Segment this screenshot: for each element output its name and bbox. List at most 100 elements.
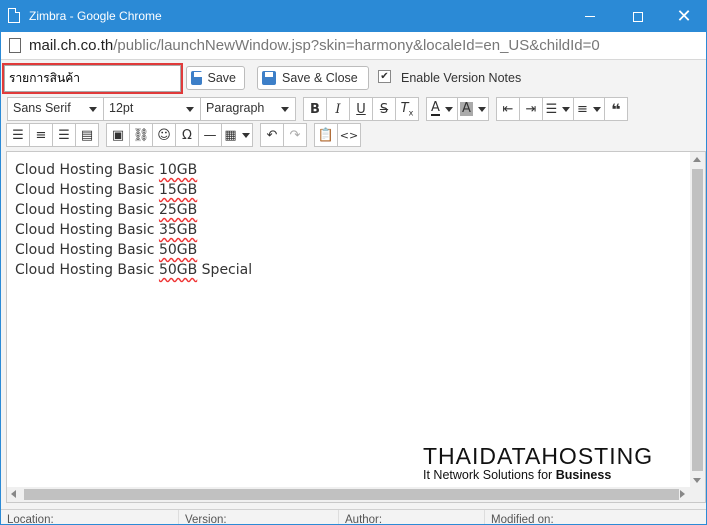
line-text: Cloud Hosting Basic (15, 222, 159, 238)
document-properties-bar: Location: Version: Author: Modified on: (1, 509, 706, 525)
vertical-scroll-thumb[interactable] (692, 169, 703, 471)
line-size-spellcheck: 10GB (158, 162, 198, 178)
horizontal-rule-button[interactable]: — (198, 123, 222, 147)
insert-link-button[interactable]: ⛓ (129, 123, 153, 147)
blockquote-button[interactable]: ❝ (604, 97, 628, 121)
vertical-scrollbar[interactable] (690, 152, 705, 488)
undo-button[interactable]: ↶ (260, 123, 284, 147)
emoticon-button[interactable]: ☺ (152, 123, 176, 147)
minimize-button[interactable] (567, 1, 613, 32)
format-toolbar-row-2: ☰ ≡ ☰ ▤ ▣ ⛓ ☺ Ω — ▦ ↶ ↷ 📋 <> (6, 123, 361, 147)
align-center-button[interactable]: ≡ (29, 123, 53, 147)
editor-line[interactable]: Cloud Hosting Basic 10GB (15, 160, 252, 180)
modified-label: Modified on: (491, 514, 554, 525)
justify-button[interactable]: ▤ (75, 123, 99, 147)
underline-icon: U (356, 101, 366, 117)
quote-icon: ❝ (611, 99, 621, 119)
maximize-button[interactable] (615, 1, 661, 32)
scroll-left-icon[interactable] (11, 490, 16, 498)
numbered-list-button[interactable]: ≡ (573, 97, 605, 121)
version-label: Version: (179, 510, 339, 524)
align-left-button[interactable]: ☰ (6, 123, 30, 147)
editor-content[interactable]: Cloud Hosting Basic 10GB Cloud Hosting Ba… (15, 160, 252, 280)
document-icon (9, 38, 21, 53)
editor-line[interactable]: Cloud Hosting Basic 50GB (15, 240, 252, 260)
align-right-button[interactable]: ☰ (52, 123, 76, 147)
url-path: /public/launchNewWindow.jsp?skin=harmony… (113, 37, 600, 54)
link-icon: ⛓ (132, 127, 150, 143)
chevron-down-icon (562, 106, 571, 112)
numbered-list-icon: ≡ (577, 101, 588, 117)
save-label: Save (207, 71, 237, 85)
compose-toolbar: Save Save & Close ✔ Enable Version Notes (1, 61, 706, 95)
omega-icon: Ω (182, 127, 192, 143)
block-format-select[interactable]: Paragraph (200, 97, 296, 121)
version-notes-checkbox[interactable]: ✔ (378, 70, 391, 83)
italic-button[interactable]: I (326, 97, 350, 121)
insert-image-button[interactable]: ▣ (106, 123, 130, 147)
line-text: Cloud Hosting Basic (15, 162, 159, 178)
save-close-label: Save & Close (282, 71, 358, 85)
editor-line[interactable]: Cloud Hosting Basic 50GB Special (15, 260, 252, 280)
font-size-select[interactable]: 12pt (103, 97, 201, 121)
save-icon (191, 71, 202, 85)
outdent-button[interactable]: ⇤ (496, 97, 520, 121)
source-code-button[interactable]: <> (337, 123, 361, 147)
line-text: Cloud Hosting Basic (15, 182, 159, 198)
paste-button[interactable]: 📋 (314, 123, 338, 147)
maximize-icon (633, 11, 643, 22)
font-family-select[interactable]: Sans Serif (7, 97, 104, 121)
smiley-icon: ☺ (157, 127, 171, 143)
bold-button[interactable]: B (303, 97, 327, 121)
editor-line[interactable]: Cloud Hosting Basic 15GB (15, 180, 252, 200)
version-notes-label: Enable Version Notes (401, 71, 522, 85)
subject-field-wrapper (2, 63, 183, 94)
redo-icon: ↷ (289, 127, 301, 143)
bullet-list-button[interactable]: ☰ (542, 97, 574, 121)
scroll-right-icon[interactable] (680, 490, 685, 498)
line-text: Cloud Hosting Basic (15, 202, 159, 218)
undo-icon: ↶ (266, 127, 278, 143)
url-text[interactable]: mail.ch.co.th/public/launchNewWindow.jsp… (29, 37, 600, 54)
minimize-icon (585, 16, 595, 17)
watermark-logo: THAIDATAHOSTING It Network Solutions for… (423, 444, 653, 482)
horizontal-scroll-thumb[interactable] (24, 489, 679, 500)
subject-input[interactable] (4, 65, 181, 92)
save-close-button[interactable]: Save & Close (257, 66, 369, 90)
save-icon (262, 71, 276, 85)
close-button[interactable]: ✕ (661, 1, 706, 32)
horizontal-scrollbar[interactable] (7, 487, 705, 502)
chevron-down-icon (592, 106, 601, 112)
strikethrough-button[interactable]: S (372, 97, 396, 121)
scroll-down-icon[interactable] (693, 478, 701, 483)
strikethrough-icon: S (379, 101, 389, 117)
clear-format-button[interactable]: Tx (395, 97, 419, 121)
browser-window: Zimbra - Google Chrome ✕ mail.ch.co.th/p… (0, 0, 707, 525)
background-color-button[interactable]: A (457, 97, 489, 121)
author-label: Author: (339, 510, 485, 524)
scroll-up-icon[interactable] (693, 157, 701, 162)
save-button[interactable]: Save (186, 66, 245, 90)
page-icon (8, 8, 20, 23)
table-button[interactable]: ▦ (221, 123, 253, 147)
title-bar: Zimbra - Google Chrome ✕ (1, 1, 706, 32)
logo-brand: THAIDATAHOSTING (423, 443, 654, 469)
redo-button[interactable]: ↷ (283, 123, 307, 147)
paste-icon: 📋 (317, 127, 335, 143)
code-icon: <> (339, 128, 359, 142)
underline-button[interactable]: U (349, 97, 373, 121)
line-suffix: Special (197, 262, 253, 278)
indent-button[interactable]: ⇥ (519, 97, 543, 121)
window-title: Zimbra - Google Chrome (29, 9, 162, 23)
background-color-icon: A (460, 101, 473, 116)
special-char-button[interactable]: Ω (175, 123, 199, 147)
location-label: Location: (1, 510, 179, 524)
bold-icon: B (310, 101, 320, 117)
text-color-button[interactable]: A (426, 97, 458, 121)
address-bar[interactable]: mail.ch.co.th/public/launchNewWindow.jsp… (1, 32, 706, 60)
tagline-plain: It Network Solutions for (423, 468, 556, 482)
editor-line[interactable]: Cloud Hosting Basic 25GB (15, 200, 252, 220)
line-size-spellcheck: 25GB (158, 202, 198, 218)
bullet-list-icon: ☰ (545, 101, 558, 117)
editor-line[interactable]: Cloud Hosting Basic 35GB (15, 220, 252, 240)
